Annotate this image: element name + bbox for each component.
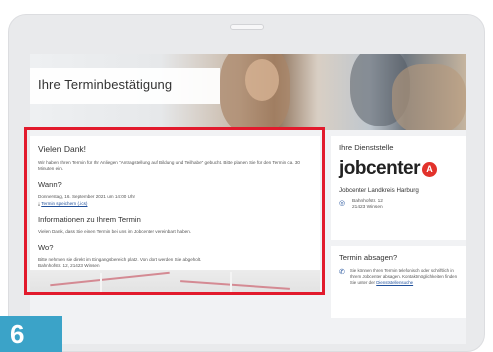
save-appointment-link[interactable]: Termin speichern (.ics) [41,201,87,206]
map-road [50,271,170,287]
hero-banner: Ihre Terminbestätigung [30,54,466,130]
map-road [180,280,290,290]
thanks-text: Wir haben Ihren Termin für Ihr Anliegen … [38,160,300,172]
download-icon: ⤓ [38,200,41,206]
cancel-card: Termin absagen? ✆ Sie können Ihren Termi… [331,246,466,318]
office-heading: Ihre Dienststelle [339,143,394,152]
screen: Ihre Terminbestätigung Vielen Dank! Wir … [30,54,466,344]
map-road [100,273,102,293]
hero-photo-person [392,64,466,130]
location-pin-icon: ◎ [339,200,346,207]
map-road [230,272,232,294]
hero-photo-face [245,59,279,101]
phone-icon: ✆ [339,269,345,276]
office-search-link[interactable]: Dienststellensuche [376,280,413,285]
confirmation-card: Vielen Dank! Wir haben Ihren Termin für … [30,136,320,294]
cancel-heading: Termin absagen? [339,253,398,262]
camera-notch [230,24,264,30]
where-address: Bahnhofstr. 12, 21423 Winsen [38,263,100,269]
step-badge: 6 [0,316,62,352]
info-text: Vielen Dank, dass Sie einen Termin bei u… [38,228,192,234]
info-heading: Informationen zu Ihrem Termin [38,214,141,224]
hero-title-box: Ihre Terminbestätigung [30,68,220,104]
office-card: Ihre Dienststelle jobcenter A Jobcenter … [331,136,466,240]
logo-wordmark: jobcenter [339,158,421,179]
calendar-row: ⤓ Termin speichern (.ics) [38,201,312,207]
location-map[interactable] [30,270,320,294]
when-heading: Wann? [38,180,62,190]
page-title: Ihre Terminbestätigung [38,77,173,92]
where-heading: Wo? [38,243,54,253]
office-city: 21423 Winsen [352,205,383,210]
thanks-heading: Vielen Dank! [38,144,87,154]
office-name: Jobcenter Landkreis Harburg [339,187,419,194]
jobcenter-logo: jobcenter A [339,158,458,180]
agency-logo-icon: A [422,161,438,177]
step-number: 6 [10,319,25,349]
office-address: ◎ Bahnhofstr. 12 21423 Winsen [339,199,458,211]
